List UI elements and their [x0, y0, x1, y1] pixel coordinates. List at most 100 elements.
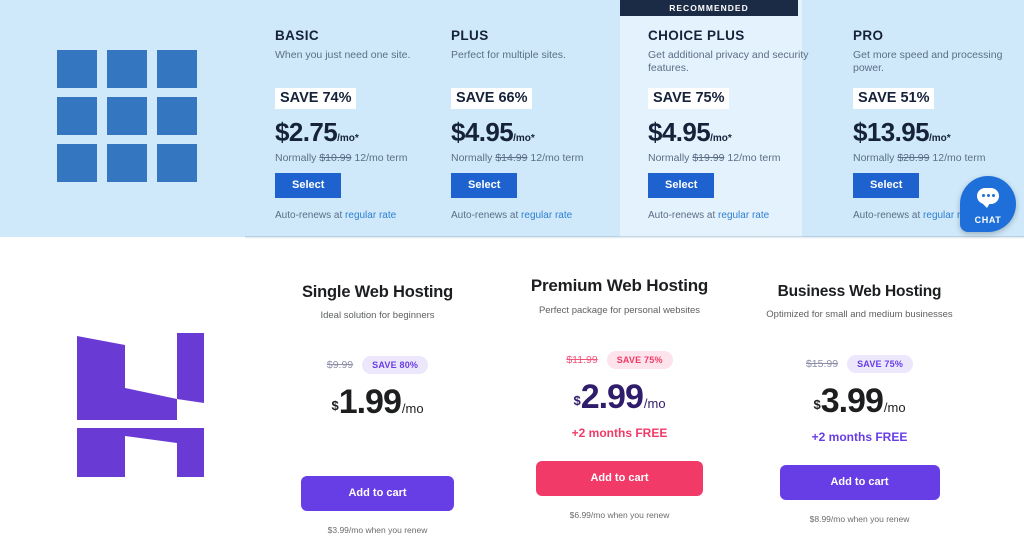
card-currency: $	[573, 393, 581, 408]
chat-widget-button[interactable]: CHAT	[960, 176, 1016, 232]
normally-term: 12/mo term	[530, 152, 584, 164]
plan-price-amount: $2.75	[275, 117, 338, 147]
card-free-months: +2 months FREE	[571, 426, 668, 440]
recommended-ribbon: RECOMMENDED	[620, 0, 798, 16]
card-subtitle: Optimized for small and medium businesse…	[766, 309, 953, 320]
chat-label: CHAT	[974, 215, 1002, 225]
plan-name: BASIC	[275, 28, 320, 43]
plan-name: CHOICE PLUS	[648, 28, 745, 43]
normally-strike-price: $10.99	[319, 152, 352, 164]
regular-rate-link[interactable]: regular rate	[345, 210, 396, 221]
logo-tile	[107, 50, 147, 88]
hosting-card-premium: Premium Web Hosting Perfect package for …	[492, 239, 747, 520]
plan-price: $4.95/mo*	[451, 119, 616, 145]
chat-dot	[992, 194, 995, 197]
card-amount: 3.99	[820, 382, 884, 420]
add-to-cart-button[interactable]: Add to cart	[536, 461, 703, 496]
select-button[interactable]: Select	[853, 173, 920, 198]
select-button[interactable]: Select	[451, 173, 518, 198]
plan-column-pro: PRO Get more speed and processing power.…	[803, 0, 1002, 237]
bluehost-plan-columns: BASIC When you just need one site. SAVE …	[245, 0, 1024, 237]
card-old-price: $15.99	[805, 358, 839, 370]
logo-tile	[57, 144, 97, 182]
card-period: /mo	[401, 401, 424, 416]
plan-description: Get more speed and processing power.	[853, 49, 1003, 74]
plan-save-badge: SAVE 51%	[853, 88, 935, 109]
normally-term: 12/mo term	[932, 152, 986, 164]
select-button[interactable]: Select	[648, 173, 715, 198]
renew-text: Auto-renews at	[853, 210, 924, 221]
plan-price: $2.75/mo*	[275, 119, 440, 145]
normally-label: Normally	[853, 152, 895, 164]
chat-dot	[982, 194, 985, 197]
card-renew-note: $6.99/mo when you renew	[569, 510, 670, 520]
plan-normal-price: Normally $28.99 12/mo term	[853, 152, 1024, 164]
add-to-cart-button[interactable]: Add to cart	[301, 476, 454, 511]
normally-strike-price: $19.99	[692, 152, 725, 164]
card-amount: 1.99	[338, 383, 402, 421]
plan-price-suffix: /mo*	[928, 133, 951, 144]
card-save-row: $15.99 SAVE 75%	[732, 354, 987, 374]
plan-column-choice-plus: CHOICE PLUS Get additional privacy and s…	[620, 0, 809, 237]
logo-tile	[157, 50, 197, 88]
normally-label: Normally	[451, 152, 493, 164]
card-save-row: $11.99 SAVE 75%	[492, 350, 747, 370]
hostinger-plan-cards: Single Web Hosting Ideal solution for be…	[255, 239, 1024, 538]
plan-price-suffix: /mo*	[513, 133, 535, 144]
plan-save-badge: SAVE 66%	[451, 88, 533, 109]
chat-bubble-icon	[977, 188, 999, 208]
renew-text: Auto-renews at	[275, 210, 346, 221]
hostinger-h-logo	[73, 331, 208, 479]
logo-tile	[57, 50, 97, 88]
hosting-card-single: Single Web Hosting Ideal solution for be…	[250, 239, 505, 535]
regular-rate-link[interactable]: regular rate	[521, 210, 572, 221]
plan-name: PLUS	[451, 28, 489, 43]
plan-price: $4.95/mo*	[648, 119, 813, 145]
plan-description: When you just need one site.	[275, 49, 411, 61]
plan-renew-note: Auto-renews at regular rate	[648, 210, 813, 221]
card-save-badge: SAVE 75%	[847, 355, 914, 373]
select-button[interactable]: Select	[275, 173, 342, 198]
hostinger-pricing-section: Single Web Hosting Ideal solution for be…	[0, 239, 1024, 538]
hosting-card-business: Business Web Hosting Optimized for small…	[732, 239, 987, 524]
card-price: $ 2.99 /mo	[492, 380, 747, 414]
normally-term: 12/mo term	[727, 152, 781, 164]
card-price: $ 1.99 /mo	[250, 385, 505, 419]
plan-column-plus: PLUS Perfect for multiple sites. SAVE 66…	[421, 0, 600, 237]
bluehost-pricing-section: BASIC When you just need one site. SAVE …	[0, 0, 1024, 237]
logo-tile	[107, 97, 147, 135]
normally-strike-price: $28.99	[897, 152, 930, 164]
card-free-months	[250, 431, 505, 445]
card-save-badge: SAVE 75%	[606, 351, 673, 369]
normally-label: Normally	[275, 152, 317, 164]
card-free-months: +2 months FREE	[811, 430, 908, 444]
plan-renew-note: Auto-renews at regular rate	[275, 210, 440, 221]
renew-text: Auto-renews at	[648, 210, 719, 221]
card-old-price: $11.99	[566, 354, 598, 366]
plan-save-badge: SAVE 74%	[275, 88, 357, 109]
card-old-price: $9.99	[326, 359, 354, 371]
card-period: /mo	[643, 396, 666, 411]
plan-price: $13.95/mo*	[853, 119, 1024, 145]
card-price: $ 3.99 /mo	[732, 384, 987, 418]
card-save-badge: SAVE 80%	[362, 356, 429, 374]
card-title: Premium Web Hosting	[530, 276, 709, 295]
normally-strike-price: $14.99	[495, 152, 528, 164]
card-period: /mo	[883, 400, 906, 415]
normally-label: Normally	[648, 152, 690, 164]
bluehost-grid-logo	[57, 50, 197, 185]
logo-tile	[157, 97, 197, 135]
plan-save-badge: SAVE 75%	[648, 88, 730, 109]
plan-price-amount: $13.95	[853, 117, 930, 147]
plan-name: PRO	[853, 28, 884, 43]
card-renew-note: $3.99/mo when you renew	[327, 525, 428, 535]
normally-term: 12/mo term	[354, 152, 408, 164]
card-save-row: $9.99 SAVE 80%	[250, 355, 505, 375]
plan-renew-note: Auto-renews at regular rate	[451, 210, 616, 221]
regular-rate-link[interactable]: regular rate	[718, 210, 769, 221]
card-title: Single Web Hosting	[301, 283, 453, 301]
renew-text: Auto-renews at	[451, 210, 522, 221]
add-to-cart-button[interactable]: Add to cart	[779, 465, 940, 500]
card-currency: $	[331, 398, 339, 413]
plan-price-amount: $4.95	[451, 117, 514, 147]
